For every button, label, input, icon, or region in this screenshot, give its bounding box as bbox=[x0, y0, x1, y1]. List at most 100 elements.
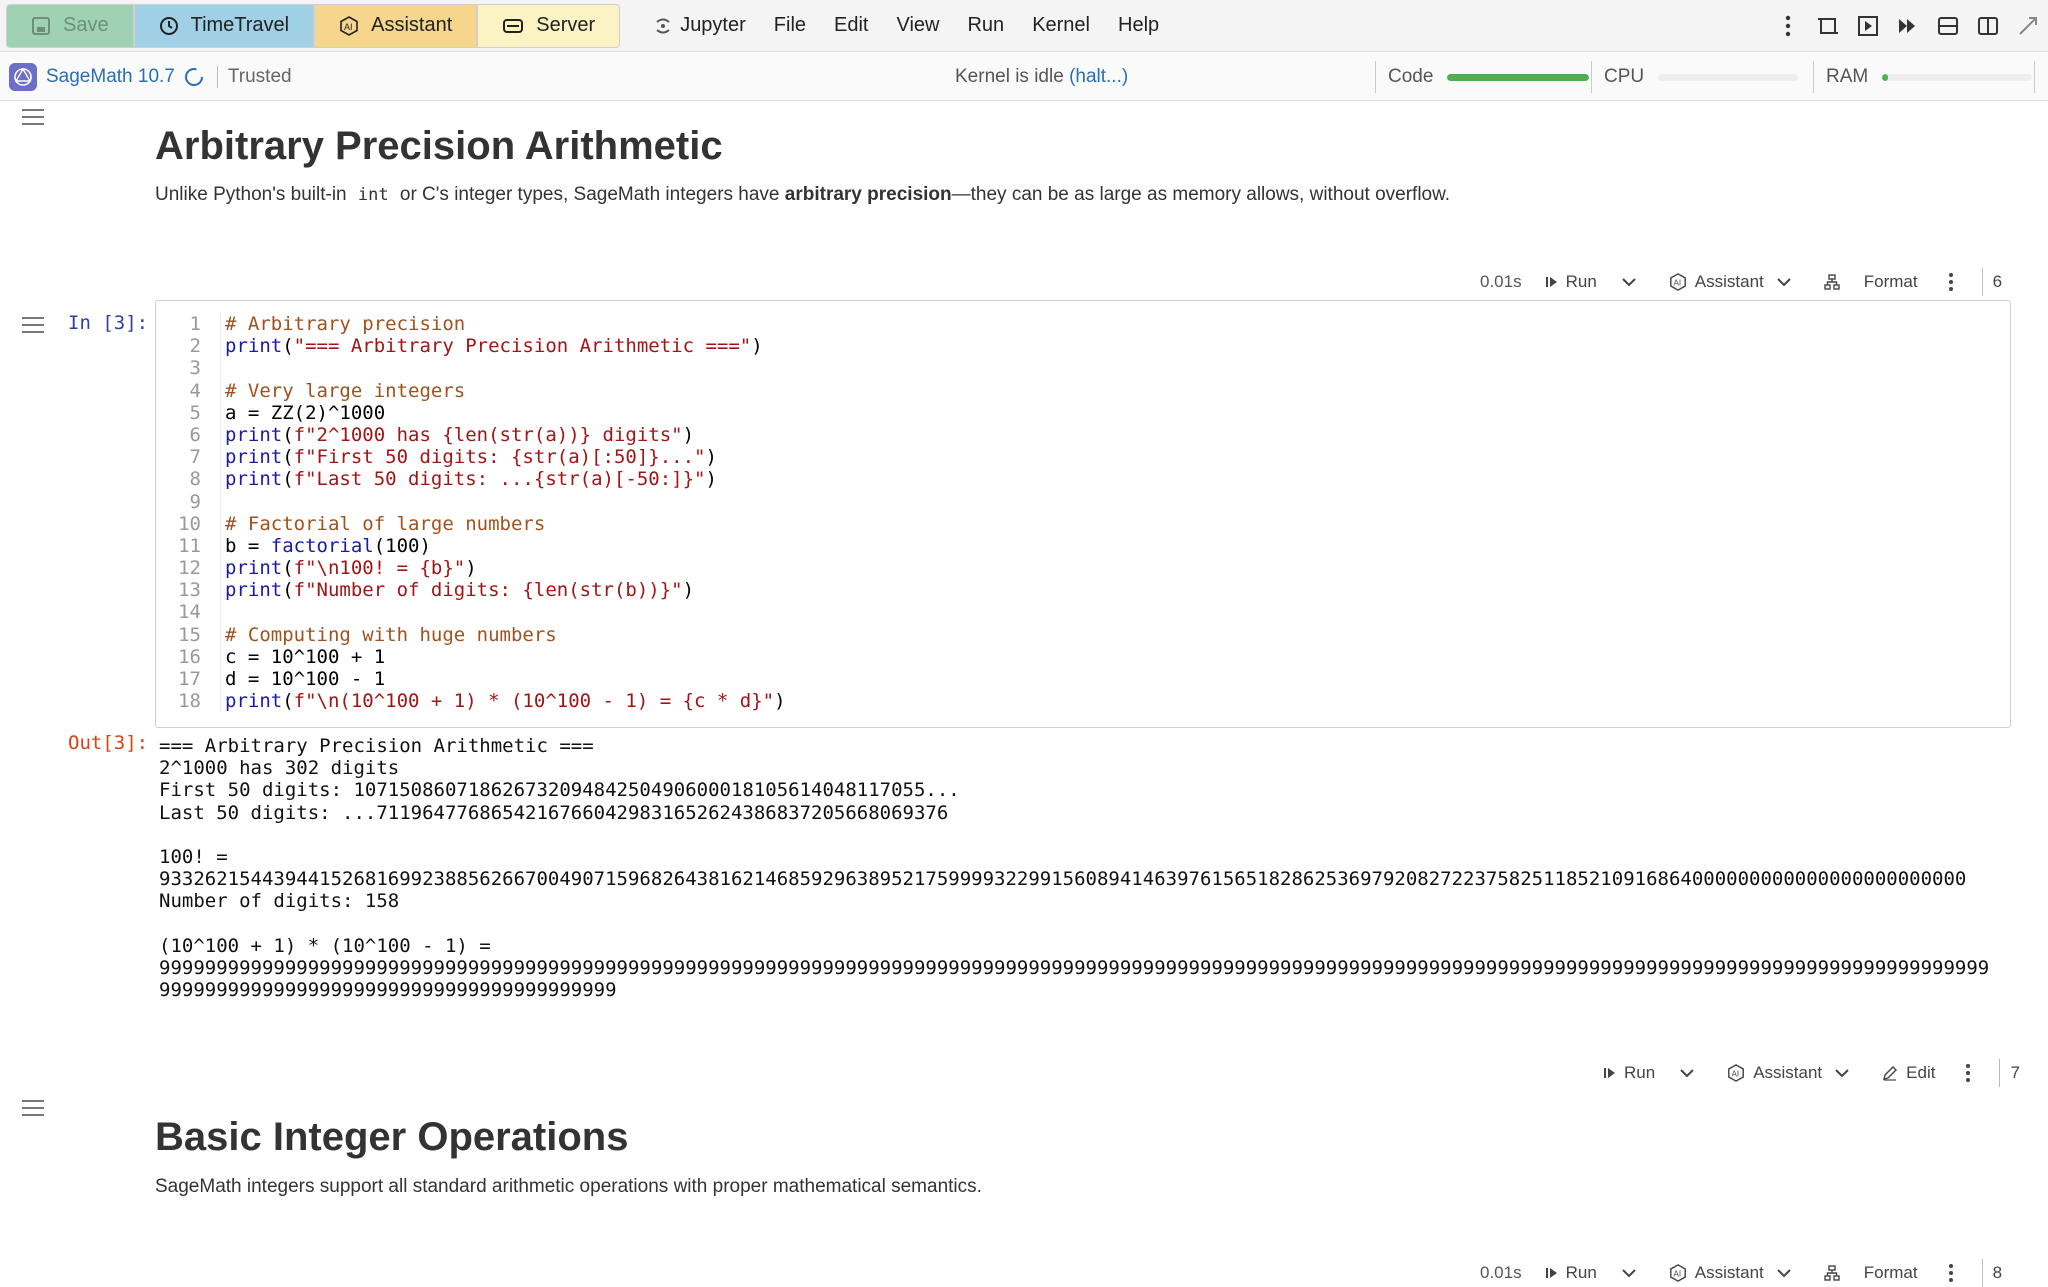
run-dropdown-icon[interactable] bbox=[1621, 1268, 1645, 1278]
assistant-cell-button[interactable]: AI Assistant bbox=[1669, 272, 1764, 292]
frame-icon[interactable] bbox=[1808, 6, 1848, 46]
run-cell-icon[interactable] bbox=[1848, 6, 1888, 46]
assistant-cell-button[interactable]: AI Assistant bbox=[1669, 1263, 1764, 1283]
code-line[interactable]: 8 print(f"Last 50 digits: ...{str(a)[-50:… bbox=[156, 468, 2010, 491]
menu-file[interactable]: File bbox=[760, 14, 820, 37]
server-button[interactable]: Server bbox=[477, 3, 621, 48]
menu-view[interactable]: View bbox=[882, 14, 953, 37]
sagemath-logo-icon[interactable] bbox=[8, 62, 38, 92]
cell-menu-icon[interactable] bbox=[22, 1100, 44, 1116]
gutter-gap bbox=[201, 357, 221, 380]
code-line[interactable]: 9 bbox=[156, 490, 2010, 513]
split-horizontal-icon[interactable] bbox=[1928, 6, 1968, 46]
split-vertical-icon[interactable] bbox=[1968, 6, 2008, 46]
halt-link[interactable]: (halt...) bbox=[1069, 66, 1128, 87]
code-line[interactable]: 11 b = factorial(100) bbox=[156, 534, 2010, 558]
assistant-dropdown-icon[interactable] bbox=[1834, 1068, 1858, 1078]
code-line[interactable]: 13 print(f"Number of digits: {len(str(b))… bbox=[156, 579, 2010, 602]
gutter-gap bbox=[201, 623, 221, 646]
inline-code: int bbox=[357, 185, 389, 205]
code-line[interactable]: 7 print(f"First 50 digits: {str(a)[:50]}.… bbox=[156, 446, 2010, 469]
cell-menu-icon[interactable] bbox=[22, 109, 44, 125]
jupyter-icon bbox=[656, 18, 670, 33]
code-line-text: print(f"2^1000 has {len(str(a))} digits"… bbox=[225, 423, 695, 446]
cell-toolbar: 0.01s Run AI Assistant Format 6 bbox=[1480, 265, 2002, 299]
line-number: 7 bbox=[189, 446, 201, 469]
svg-text:AI: AI bbox=[1732, 1070, 1740, 1079]
menu-run[interactable]: Run bbox=[953, 14, 1018, 37]
gutter-gap bbox=[201, 468, 221, 491]
code-line-text: # Very large integers bbox=[225, 379, 466, 402]
format-label: Format bbox=[1863, 1263, 1918, 1282]
run-button[interactable]: Run bbox=[1604, 1063, 1655, 1083]
assistant-cell-button[interactable]: AI Assistant bbox=[1727, 1063, 1822, 1083]
code-line[interactable]: 16 c = 10^100 + 1 bbox=[156, 645, 2010, 668]
edit-button[interactable]: Edit bbox=[1882, 1063, 1935, 1083]
code-line[interactable]: 12 print(f"\n100! = {b}") bbox=[156, 557, 2010, 580]
collapse-icon[interactable] bbox=[2008, 6, 2048, 46]
divider bbox=[2034, 61, 2035, 93]
assistant-dropdown-icon[interactable] bbox=[1776, 277, 1800, 287]
code-line[interactable]: 10 # Factorial of large numbers bbox=[156, 512, 2010, 535]
gutter-gap bbox=[201, 645, 221, 668]
menu-edit[interactable]: Edit bbox=[820, 14, 882, 37]
section-description: Unlike Python's built-in int or C's inte… bbox=[155, 184, 1450, 206]
kernel-name-link[interactable]: SageMath 10.7 bbox=[46, 66, 175, 88]
sitemap-icon bbox=[1824, 1265, 1840, 1281]
cell-menu-icon[interactable] bbox=[22, 317, 44, 333]
gutter-gap bbox=[201, 557, 221, 580]
text-fragment: —they can be as large as memory allows, … bbox=[951, 184, 1451, 205]
line-number: 16 bbox=[178, 645, 201, 668]
code-line[interactable]: 1 # Arbitrary precision bbox=[156, 313, 2010, 336]
cell-more-icon[interactable] bbox=[1948, 272, 1962, 292]
main-menu: Jupyter File Edit View Run Kernel Help bbox=[640, 14, 1173, 37]
cell-more-icon[interactable] bbox=[1948, 1263, 1962, 1283]
code-line[interactable]: 5 a = ZZ(2)^1000 bbox=[156, 401, 2010, 424]
text-fragment: or C's integer types, SageMath integers … bbox=[394, 184, 785, 205]
code-line[interactable]: 17 d = 10^100 - 1 bbox=[156, 668, 2010, 691]
gutter-gap bbox=[201, 379, 221, 402]
trusted-status[interactable]: Trusted bbox=[216, 65, 292, 88]
code-line[interactable]: 2 print("=== Arbitrary Precision Arithmet… bbox=[156, 335, 2010, 358]
input-prompt: In [3]: bbox=[68, 312, 149, 334]
code-line[interactable]: 14 bbox=[156, 601, 2010, 624]
format-button[interactable]: Format bbox=[1824, 1263, 1918, 1283]
code-meter-label: Code bbox=[1388, 66, 1434, 87]
format-button[interactable]: Format bbox=[1824, 272, 1918, 292]
line-number: 12 bbox=[178, 557, 201, 580]
timetravel-button[interactable]: TimeTravel bbox=[133, 3, 315, 48]
menu-kernel[interactable]: Kernel bbox=[1018, 14, 1104, 37]
ai-icon: AI bbox=[1669, 1264, 1686, 1282]
assistant-button[interactable]: AI Assistant bbox=[314, 3, 478, 48]
section-title: Basic Integer Operations bbox=[155, 1115, 629, 1159]
fast-forward-icon[interactable] bbox=[1888, 6, 1928, 46]
code-line[interactable]: 18 print(f"\n(10^100 + 1) * (10^100 - 1) … bbox=[156, 690, 2010, 713]
code-meter: Code bbox=[1375, 61, 1590, 93]
window-controls bbox=[1768, 0, 2048, 52]
code-line[interactable]: 6 print(f"2^1000 has {len(str(a))} digits… bbox=[156, 423, 2010, 447]
cpu-meter-bar bbox=[1658, 73, 1799, 81]
code-line-text: print(f"\n(10^100 + 1) * (10^100 - 1) = … bbox=[225, 690, 786, 713]
save-button[interactable]: Save bbox=[6, 3, 134, 48]
run-button[interactable]: Run bbox=[1545, 272, 1597, 292]
code-editor[interactable]: 1 # Arbitrary precision 2 print("=== Arbitr… bbox=[155, 300, 2011, 728]
assistant-dropdown-icon[interactable] bbox=[1776, 1268, 1800, 1278]
cell-more-icon[interactable] bbox=[1965, 1063, 1979, 1083]
menu-jupyter[interactable]: Jupyter bbox=[640, 14, 760, 37]
svg-text:AI: AI bbox=[1673, 1270, 1681, 1279]
run-dropdown-icon[interactable] bbox=[1679, 1068, 1703, 1078]
menu-help[interactable]: Help bbox=[1104, 14, 1173, 37]
code-line[interactable]: 4 # Very large integers bbox=[156, 379, 2010, 402]
more-vertical-icon[interactable] bbox=[1768, 6, 1808, 46]
run-label: Run bbox=[1565, 272, 1597, 291]
output-line: Number of digits: 158 bbox=[159, 890, 400, 913]
run-button[interactable]: Run bbox=[1545, 1263, 1597, 1283]
gutter-gap bbox=[201, 423, 221, 447]
code-line-text: print("=== Arbitrary Precision Arithmeti… bbox=[225, 335, 763, 358]
code-line[interactable]: 3 bbox=[156, 357, 2010, 380]
gutter-gap bbox=[201, 601, 221, 624]
ram-meter-label: RAM bbox=[1826, 66, 1869, 87]
ai-icon: AI bbox=[1728, 1064, 1745, 1082]
code-line[interactable]: 15 # Computing with huge numbers bbox=[156, 623, 2010, 646]
run-dropdown-icon[interactable] bbox=[1621, 277, 1645, 287]
